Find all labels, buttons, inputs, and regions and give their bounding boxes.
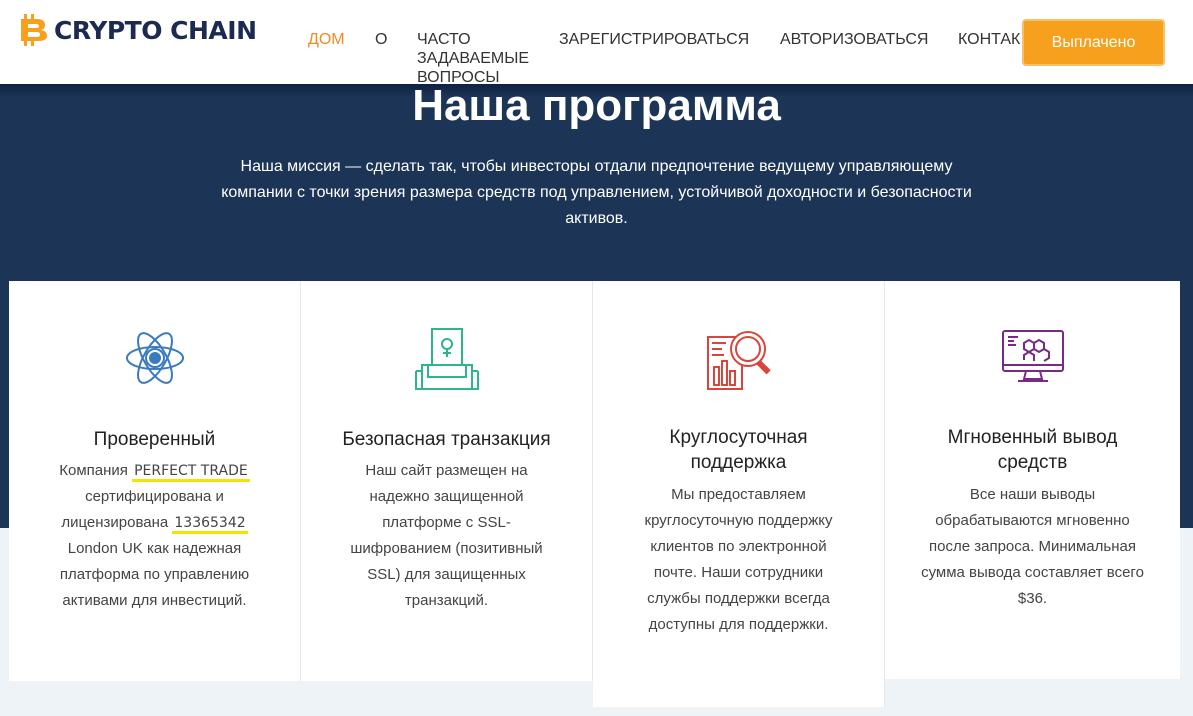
card-text: Компания PERFECT TRADE сертифицирована и… xyxy=(45,458,265,614)
paid-button[interactable]: Выплачено xyxy=(1022,19,1165,66)
card-text-part: London UK как надежная платформа по упра… xyxy=(59,540,250,609)
card-title: Круглосуточная поддержка xyxy=(669,427,808,473)
card-text: Все наши выводы обрабатываются мгновенно… xyxy=(921,486,1144,607)
nav-item-faq[interactable]: ЧАСТО ЗАДАВАЕМЫЕ ВОПРОСЫ xyxy=(417,30,537,87)
feature-card-verified: Проверенный Компания PERFECT TRADE серти… xyxy=(9,281,301,681)
logo-text: CRYPTO CHAIN xyxy=(54,15,257,45)
card-text: Мы предоставляем круглосуточную поддержк… xyxy=(644,486,833,633)
monitor-hexagon-icon xyxy=(1000,327,1066,392)
feature-card-withdrawal: Мгновенный вывод средств Все наши выводы… xyxy=(885,281,1180,679)
logo[interactable]: CRYPTO CHAIN xyxy=(20,14,257,46)
hero-mission-text: Наша миссия — сделать так, чтобы инвесто… xyxy=(221,158,972,227)
hero-title-light: Наша xyxy=(412,81,542,130)
license-number-highlight: 13365342 xyxy=(172,515,248,534)
bitcoin-logo-icon xyxy=(20,14,50,46)
hero-title-bold: программа xyxy=(541,81,781,130)
feature-card-secure: Безопасная транзакция Наш сайт размещен … xyxy=(301,281,593,681)
atom-icon xyxy=(124,327,186,394)
secure-box-icon xyxy=(414,327,480,398)
nav-item-register[interactable]: ЗАРЕГИСТРИРОВАТЬСЯ xyxy=(559,30,749,49)
card-title: Мгновенный вывод средств xyxy=(947,427,1118,473)
hero-title: Наша программа xyxy=(0,80,1193,132)
card-text-part: Компания xyxy=(59,462,133,479)
feature-cards: Проверенный Компания PERFECT TRADE серти… xyxy=(9,281,1180,707)
nav-item-login[interactable]: АВТОРИЗОВАТЬСЯ xyxy=(780,30,928,49)
card-title: Проверенный xyxy=(93,429,216,450)
nav-item-about[interactable]: О xyxy=(375,30,387,49)
nav-item-contact[interactable]: КОНТАК xyxy=(958,30,1020,49)
company-name-highlight: PERFECT TRADE xyxy=(132,463,250,482)
nav-item-home[interactable]: ДОМ xyxy=(308,30,345,49)
site-header: CRYPTO CHAIN ДОМ О ЧАСТО ЗАДАВАЕМЫЕ ВОПР… xyxy=(0,0,1193,87)
magnifier-chart-icon xyxy=(706,327,772,398)
card-title: Безопасная транзакция xyxy=(342,429,551,450)
feature-card-support: Круглосуточная поддержка Мы предоставляе… xyxy=(593,281,885,707)
card-text: Наш сайт размещен на надежно защищенной … xyxy=(350,462,543,609)
